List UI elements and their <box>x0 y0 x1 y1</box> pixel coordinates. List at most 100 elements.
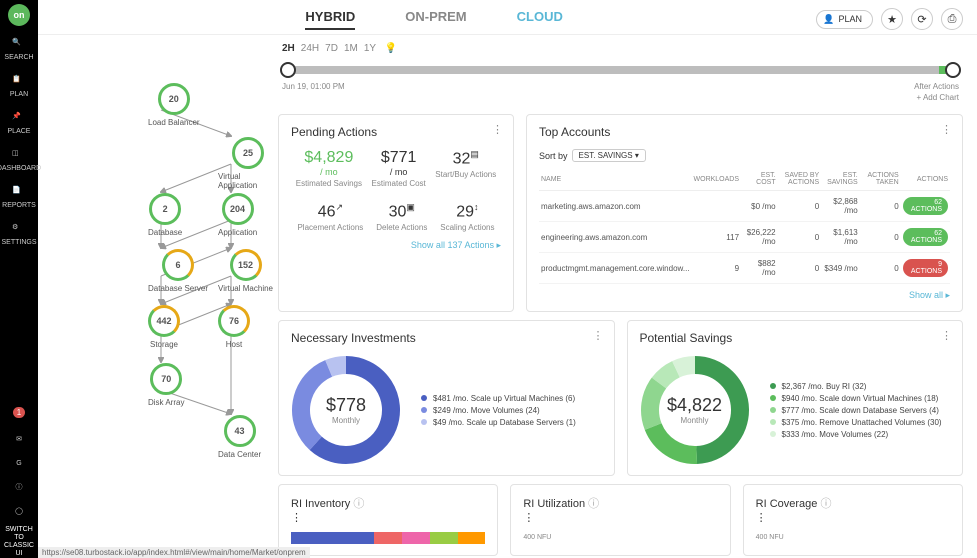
savings-total: $4,822 <box>667 395 722 416</box>
more-icon[interactable]: ⋮ <box>291 511 485 524</box>
switch-classic-link[interactable]: SWITCH TO CLASSIC UI <box>0 526 38 558</box>
more-icon[interactable]: ⋮ <box>756 511 950 524</box>
table-row[interactable]: marketing.aws.amazon.com$0 /mo0$2,868 /m… <box>539 191 950 222</box>
node-lb[interactable]: 20Load Balancer <box>148 83 200 127</box>
time-option-24H[interactable]: 24H <box>301 43 319 54</box>
stat-label: Scaling Actions <box>440 223 494 232</box>
plan-button[interactable]: 👤PLAN <box>816 10 873 29</box>
notification-badge[interactable]: 1 <box>13 407 25 418</box>
legend-item: $2,367 /mo. Buy RI (32) <box>770 382 942 391</box>
node-ring: 2 <box>149 193 181 225</box>
time-option-7D[interactable]: 7D <box>325 43 338 54</box>
potential-savings-card: Potential Savings ⋮ $4,822Monthly $2,367… <box>627 320 964 476</box>
actions-button[interactable]: 9 ACTIONS <box>903 259 948 277</box>
time-option-1Y[interactable]: 1Y <box>364 43 376 54</box>
column-header[interactable]: EST. COST <box>741 168 778 191</box>
stat-label: Delete Actions <box>376 223 427 232</box>
node-db[interactable]: 2Database <box>148 193 182 237</box>
column-header[interactable]: WORKLOADS <box>692 168 742 191</box>
pending-stat[interactable]: 29↕Scaling Actions <box>440 202 494 232</box>
node-label: Load Balancer <box>148 118 200 127</box>
node-ring: 204 <box>222 193 254 225</box>
sidebar-item-label: PLAN <box>10 91 28 98</box>
node-dc[interactable]: 43Data Center <box>218 415 261 459</box>
node-app[interactable]: 204Application <box>218 193 257 237</box>
info-icon[interactable]: ⓘ <box>820 498 831 510</box>
user-icon[interactable]: ◯ <box>12 504 26 518</box>
node-da[interactable]: 70Disk Array <box>148 363 184 407</box>
info-icon[interactable]: ⓘ <box>353 498 364 510</box>
slider-handle-start[interactable] <box>280 62 296 78</box>
more-icon[interactable]: ⋮ <box>492 123 503 136</box>
help-icon[interactable]: G <box>12 456 26 470</box>
pending-stat[interactable]: 32▤Start/Buy Actions <box>435 149 496 188</box>
column-header[interactable]: ACTIONS TAKEN <box>860 168 901 191</box>
actions-button[interactable]: 62 ACTIONS <box>903 197 948 215</box>
time-option-2H[interactable]: 2H <box>282 43 295 54</box>
ri-coverage-card: RI Coverage ⓘ ⋮ 400 NFU <box>743 484 963 556</box>
pending-stat[interactable]: 46↗Placement Actions <box>297 202 363 232</box>
node-ring: 76 <box>218 305 250 337</box>
card-title: Necessary Investments <box>291 331 602 345</box>
sidebar-item-label: SETTINGS <box>1 239 36 246</box>
print-button[interactable]: ⎙ <box>941 8 963 30</box>
cell-name: productmgmt.management.core.window... <box>539 253 692 284</box>
node-host[interactable]: 76Host <box>218 305 250 349</box>
logo[interactable]: on <box>8 4 30 26</box>
pending-showall-link[interactable]: Show all 137 Actions ▸ <box>291 240 501 251</box>
sidebar-item-dashboard[interactable]: ◫DASHBOARD <box>0 149 41 172</box>
accounts-showall-link[interactable]: Show all ▸ <box>539 290 950 301</box>
more-icon[interactable]: ⋮ <box>593 329 604 342</box>
refresh-button[interactable]: ⟳ <box>911 8 933 30</box>
reports-icon: 📄 <box>12 186 26 200</box>
sidebar-item-reports[interactable]: 📄REPORTS <box>0 186 41 209</box>
node-stor[interactable]: 442Storage <box>148 305 180 349</box>
cell-name: marketing.aws.amazon.com <box>539 191 692 222</box>
column-header[interactable]: SAVED BY ACTIONS <box>778 168 822 191</box>
node-ring: 152 <box>230 249 262 281</box>
sidebar-item-plan[interactable]: 📋PLAN <box>0 75 41 98</box>
node-label: Virtual Application <box>218 172 278 190</box>
tab-onprem[interactable]: ON-PREM <box>405 9 466 30</box>
period-label: Monthly <box>680 416 708 425</box>
sort-label: Sort by <box>539 151 568 161</box>
more-icon[interactable]: ⋮ <box>941 329 952 342</box>
node-label: Data Center <box>218 450 261 459</box>
column-header[interactable]: EST. SAVINGS <box>821 168 860 191</box>
node-label: Disk Array <box>148 398 184 407</box>
column-header[interactable]: ACTIONS <box>901 168 950 191</box>
sidebar: on 🔍SEARCH 📋PLAN 📌PLACE ◫DASHBOARD 📄REPORTS ⚙… <box>0 0 38 558</box>
slider-handle-end[interactable] <box>945 62 961 78</box>
sort-dropdown[interactable]: EST. SAVINGS ▾ <box>572 149 646 162</box>
legend-dot <box>421 419 427 425</box>
pending-stat[interactable]: 30▣ Delete Actions <box>376 202 427 232</box>
more-icon[interactable]: ⋮ <box>523 511 717 524</box>
time-option-1M[interactable]: 1M <box>344 43 358 54</box>
pending-stat[interactable]: $771/ moEstimated Cost <box>372 149 426 188</box>
sidebar-item-search[interactable]: 🔍SEARCH <box>0 38 41 61</box>
legend-item: $940 /mo. Scale down Virtual Machines (1… <box>770 394 942 403</box>
info-icon[interactable]: ⓘ <box>12 480 26 494</box>
node-vm[interactable]: 152Virtual Machine <box>218 249 273 293</box>
sidebar-item-place[interactable]: 📌PLACE <box>0 112 41 135</box>
add-chart-link[interactable]: + Add Chart <box>282 93 959 102</box>
mail-icon[interactable]: ✉ <box>12 432 26 446</box>
hint-icon[interactable]: 💡 <box>382 43 397 54</box>
favorite-button[interactable]: ★ <box>881 8 903 30</box>
column-header[interactable]: NAME <box>539 168 692 191</box>
more-icon[interactable]: ⋮ <box>941 123 952 136</box>
tab-cloud[interactable]: CLOUD <box>517 9 563 30</box>
tab-hybrid[interactable]: HYBRID <box>305 9 355 30</box>
legend-item: $777 /mo. Scale down Database Servers (4… <box>770 406 942 415</box>
stat-value: 30▣ <box>376 202 427 221</box>
info-icon[interactable]: ⓘ <box>588 498 599 510</box>
table-row[interactable]: engineering.aws.amazon.com117$26,222 /mo… <box>539 222 950 253</box>
time-slider[interactable] <box>282 66 959 74</box>
sidebar-item-settings[interactable]: ⚙SETTINGS <box>0 223 41 246</box>
actions-button[interactable]: 62 ACTIONS <box>903 228 948 246</box>
card-title: RI Utilization ⓘ <box>523 495 717 511</box>
pending-stat[interactable]: $4,829/ moEstimated Savings <box>296 149 362 188</box>
node-dbs[interactable]: 6Database Server <box>148 249 208 293</box>
table-row[interactable]: productmgmt.management.core.window...9$8… <box>539 253 950 284</box>
node-va[interactable]: 25Virtual Application <box>218 137 278 190</box>
